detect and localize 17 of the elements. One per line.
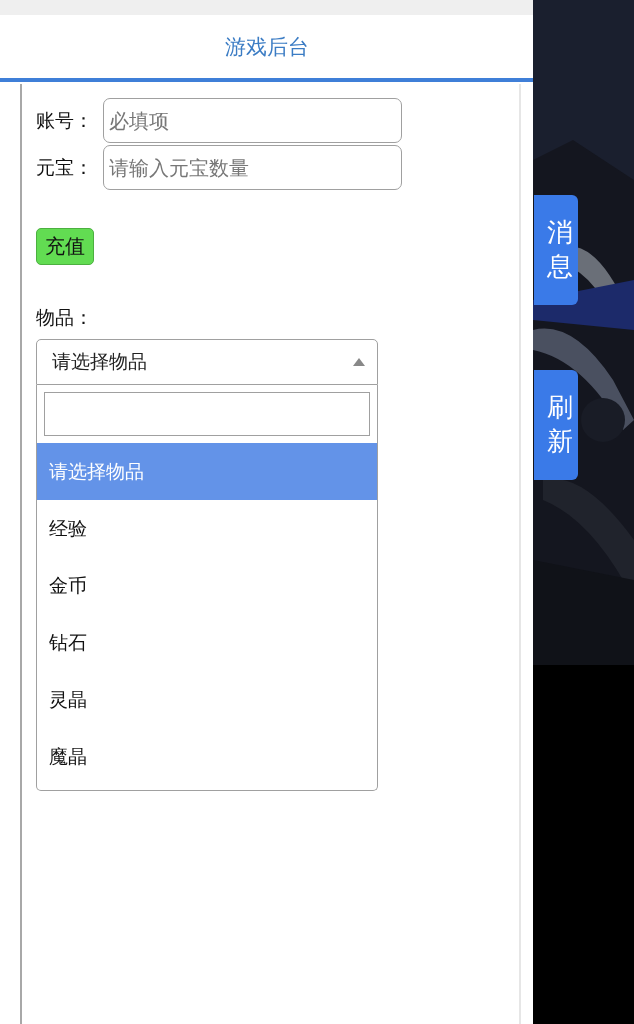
dropdown-option[interactable]: 魔晶 — [37, 728, 377, 785]
dropdown-option[interactable]: 灵晶 — [37, 671, 377, 728]
page-title: 游戏后台 — [224, 33, 309, 61]
field-label: 物品： — [36, 305, 93, 330]
field-label: 账号： — [36, 107, 94, 133]
dropdown-option[interactable]: 钻石 — [37, 614, 377, 671]
input-field[interactable]: 请输入元宝数量 — [103, 145, 402, 190]
item-select[interactable]: 请选择物品 — [36, 339, 378, 385]
dropdown-option[interactable]: 经验 — [37, 500, 377, 557]
caret-up-icon — [353, 358, 365, 366]
input-field[interactable]: 必填项 — [103, 98, 402, 143]
search-field[interactable] — [44, 392, 370, 436]
side-tab[interactable]: 刷新 — [534, 370, 578, 480]
field-label: 元宝： — [36, 154, 94, 180]
recharge-button[interactable]: 充值 — [36, 228, 94, 265]
dropdown-option[interactable]: 金币 — [37, 557, 377, 614]
side-tab[interactable]: 消息 — [534, 195, 578, 305]
